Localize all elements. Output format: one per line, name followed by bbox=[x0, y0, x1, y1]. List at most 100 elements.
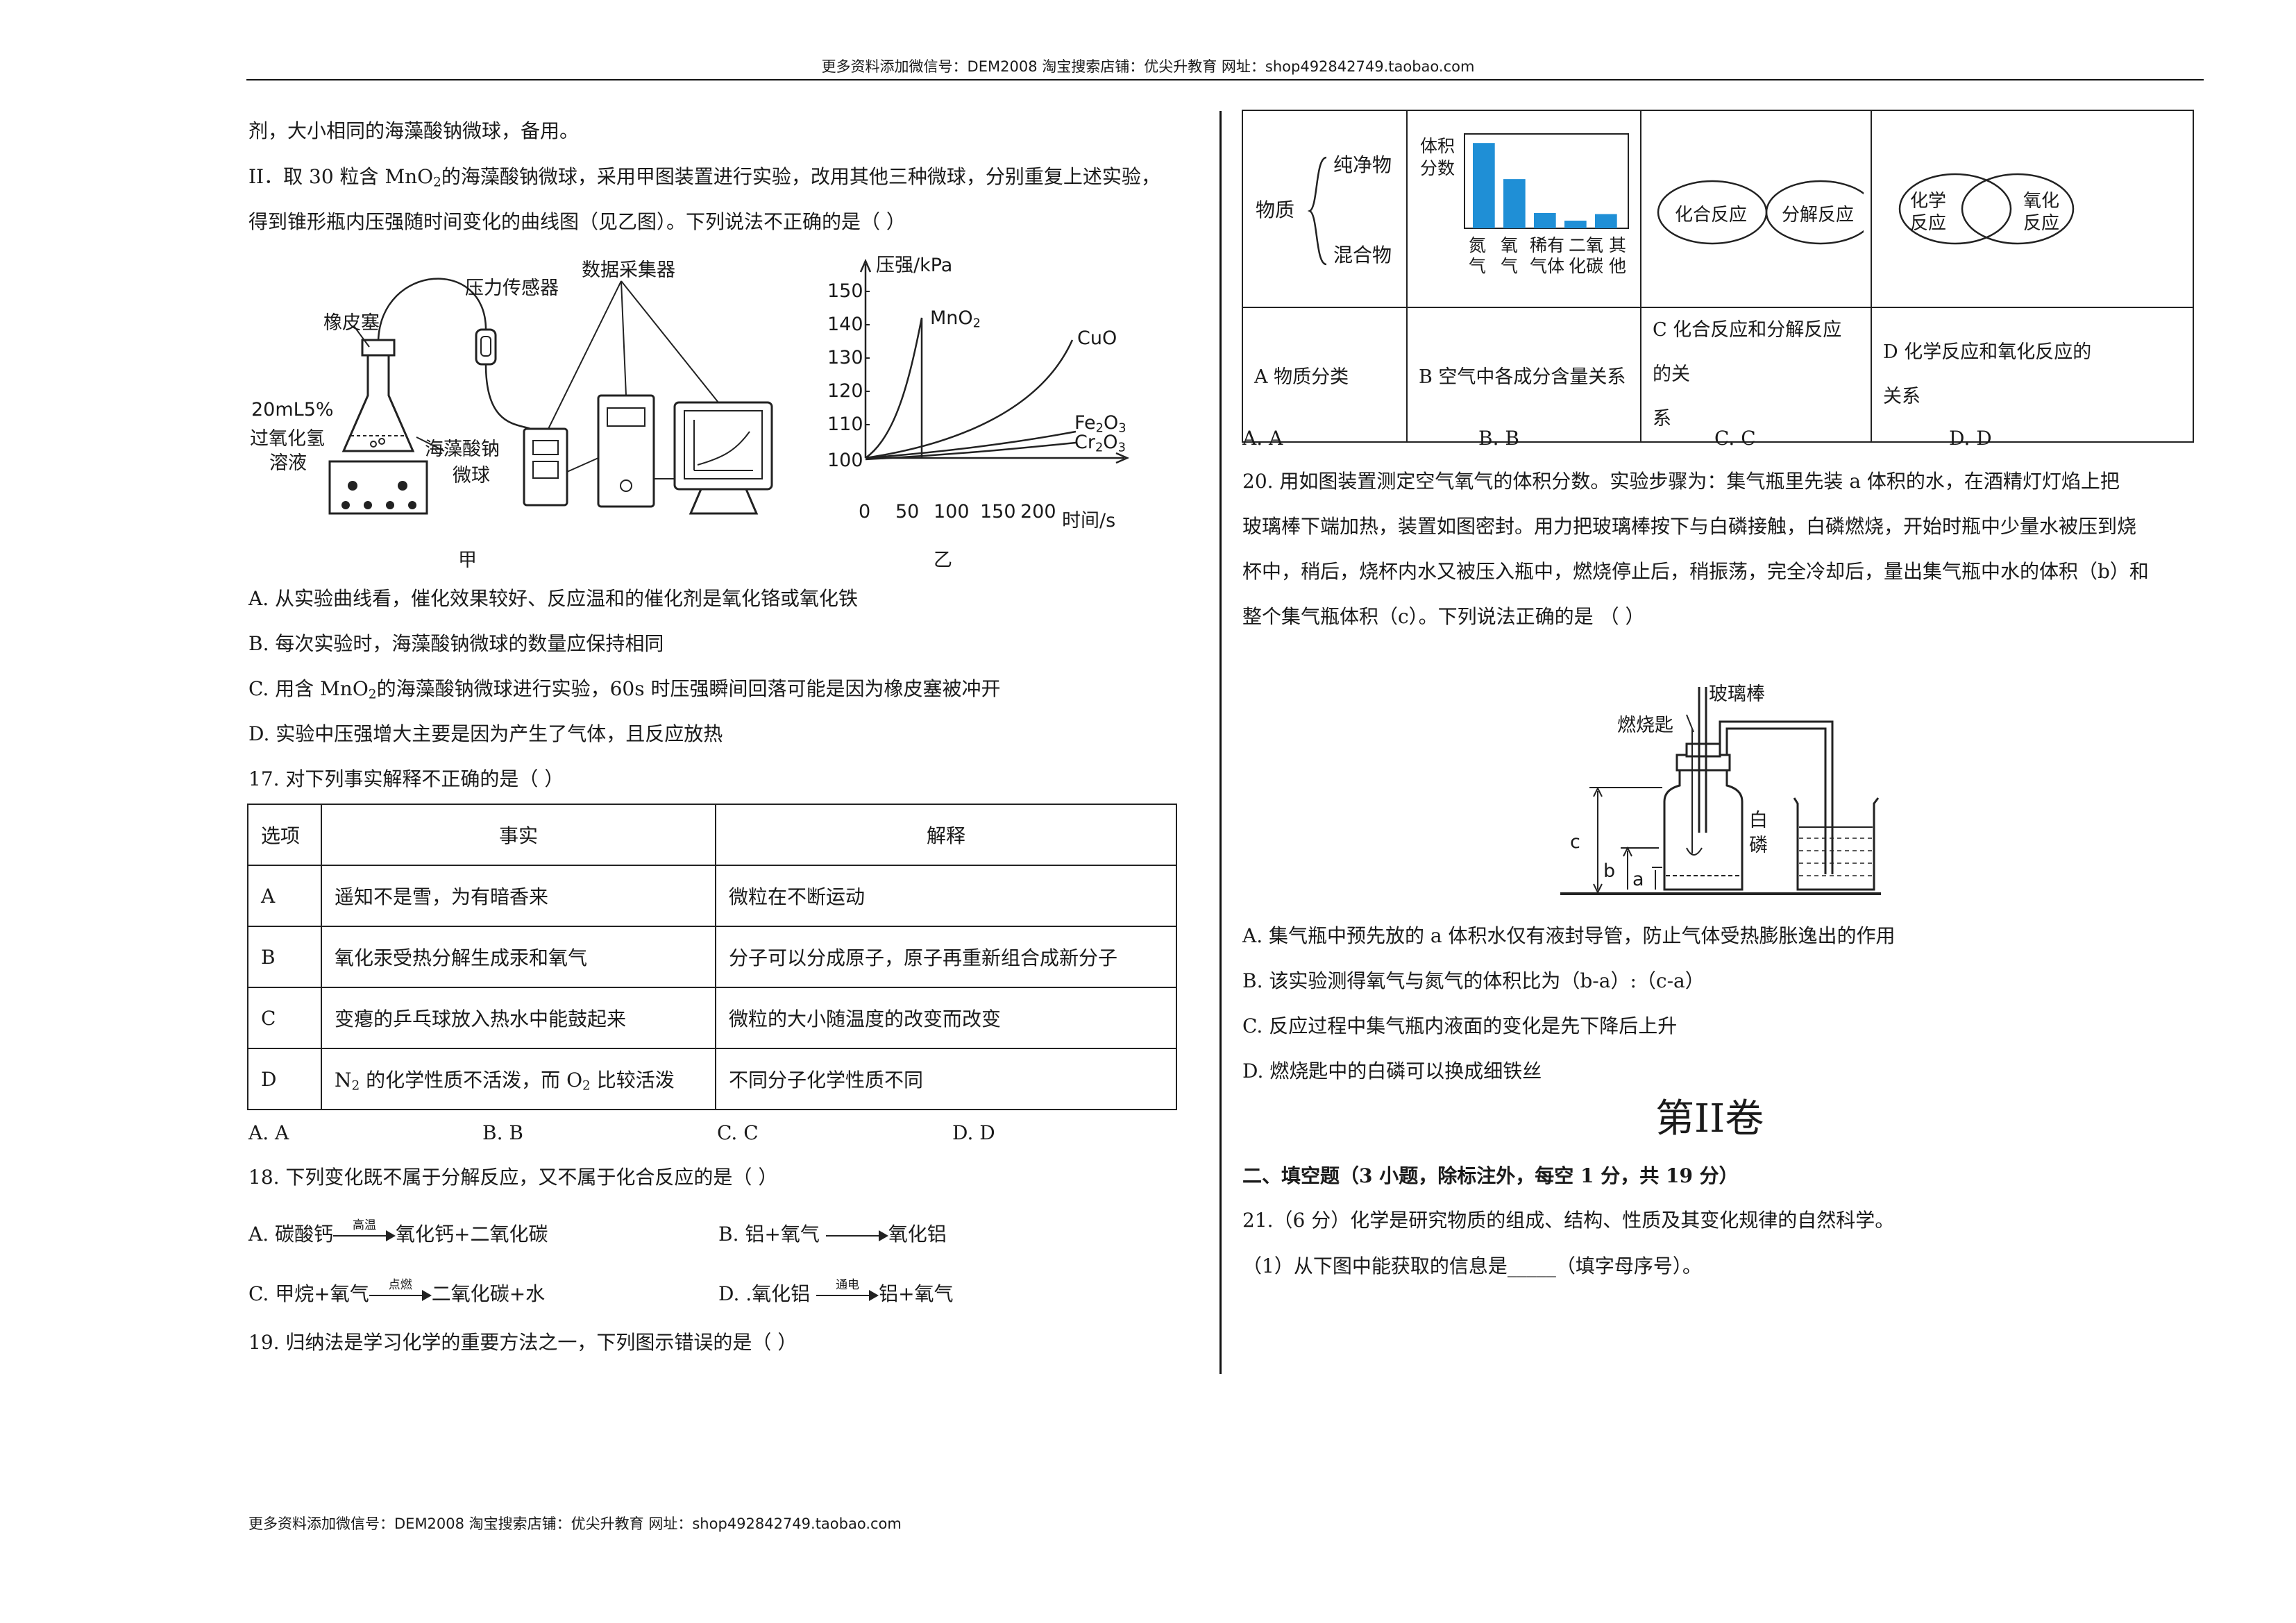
label-white-phosphorus-2: 磷 bbox=[1749, 835, 1768, 856]
t19-b-cat-o2: 氧气 bbox=[1501, 235, 1519, 276]
q18-option-d: D. .氧化铝 通电 铝+氧气 bbox=[718, 1277, 954, 1306]
t19-b-ylabel-1: 体积 bbox=[1420, 136, 1455, 156]
q18-stem: 18. 下列变化既不属于分解反应，又不属于化合反应的是（ ） bbox=[248, 1166, 778, 1189]
q20-stem-2: 玻璃棒下端加热，装置如图密封。用力把玻璃棒按下与白磷接触，白磷燃烧，开始时瓶中少… bbox=[1242, 515, 2137, 538]
t17-cell: 遥知不是雪，为有暗香来 bbox=[321, 865, 716, 927]
brace-icon bbox=[1307, 156, 1327, 266]
t19-b-cat-n2: 氮气 bbox=[1469, 235, 1487, 276]
q20-option-d: D. 燃烧匙中的白磷可以换成细铁丝 bbox=[1242, 1060, 1542, 1082]
label-pressure-sensor: 压力传感器 bbox=[465, 278, 559, 299]
t17-cell: D bbox=[247, 1048, 322, 1110]
q16-step-ii: II．取 30 粒含 MnO2的海藻酸钠微球，采用甲图装置进行实验，改用其他三种… bbox=[248, 165, 1160, 190]
t19-cell-c-figure: 化合反应 分解反应 bbox=[1640, 110, 1872, 308]
q16-step-ii-cont: 得到锥形瓶内压强随时间变化的曲线图（见乙图）。下列说法不正确的是（ ） bbox=[248, 210, 906, 233]
chart-xtick-150: 150 bbox=[980, 501, 1016, 522]
q17-opt-b: B. B bbox=[482, 1121, 523, 1144]
label-data-collector: 数据采集器 bbox=[582, 260, 675, 281]
t19-c-right: 分解反应 bbox=[1782, 205, 1855, 226]
q17-table: 选项 事实 解释 A 遥知不是雪，为有暗香来 微粒在不断运动 B 氧化汞受热分解… bbox=[247, 804, 1177, 1110]
chart-xlabel: 时间/s bbox=[1062, 510, 1116, 532]
label-combustion-spoon: 燃烧匙 bbox=[1617, 715, 1673, 736]
t19-caption-d: D 化学反应和氧化反应的 关系 bbox=[1871, 307, 2194, 443]
bar-1 bbox=[1503, 179, 1526, 228]
label-solution-2: 过氧化氢 bbox=[250, 428, 325, 450]
label-stopper: 橡皮塞 bbox=[323, 312, 380, 334]
label-white-phosphorus-1: 白 bbox=[1749, 810, 1768, 831]
t19-caption-b: B 空气中各成分含量关系 bbox=[1406, 307, 1641, 443]
t17-cell: 不同分子化学性质不同 bbox=[715, 1048, 1177, 1110]
q19-stem: 19. 归纳法是学习化学的重要方法之一，下列图示错误的是（ ） bbox=[248, 1331, 797, 1354]
label-solution-3: 溶液 bbox=[269, 452, 307, 474]
label-b: b bbox=[1603, 860, 1616, 882]
t19-b-cat-other: 其他 bbox=[1609, 235, 1627, 276]
q16-option-c: C. 用含 MnO2的海藻酸钠微球进行实验，60s 时压强瞬间回落可能是因为橡皮… bbox=[248, 677, 1001, 702]
label-glass-rod: 玻璃棒 bbox=[1709, 683, 1765, 705]
chart-ytick-110: 110 bbox=[827, 414, 863, 435]
t19-cell-b-figure: 体积 分数 氮气 氧气 稀有气体 二氧化碳 其他 bbox=[1406, 110, 1641, 308]
t19-d-left-2: 反应 bbox=[1910, 213, 1947, 234]
t17-cell: C bbox=[247, 987, 322, 1049]
caption-jia: 甲 bbox=[458, 550, 477, 571]
q19-table: 物质 纯净物 混合物 体积 分数 氮气 氧气 稀有气体 二氧化碳 其他 化合反应… bbox=[1242, 110, 2194, 443]
chart-ytick-150: 150 bbox=[827, 280, 863, 302]
q17-stem: 17. 对下列事实解释不正确的是（ ） bbox=[248, 767, 564, 790]
chart-xtick-100: 100 bbox=[934, 501, 970, 522]
q17-opt-c: C. C bbox=[717, 1121, 759, 1144]
t17-header-fact: 事实 bbox=[321, 804, 716, 866]
q20-stem-4: 整个集气瓶体积（c）。下列说法正确的是 （ ） bbox=[1242, 605, 1645, 628]
t17-cell: B bbox=[247, 926, 322, 988]
chart-ytick-120: 120 bbox=[827, 380, 863, 402]
q18-option-b: B. 铝+氧气 氧化铝 bbox=[718, 1223, 947, 1246]
label-beads-2: 微球 bbox=[453, 465, 490, 486]
q16-option-d: D. 实验中压强增大主要是因为产生了气体，且反应放热 bbox=[248, 722, 723, 745]
q19-opt-c: C. C bbox=[1714, 427, 1756, 450]
t19-d-right-2: 反应 bbox=[2023, 213, 2060, 234]
q16-option-b: B. 每次实验时，海藻酸钠微球的数量应保持相同 bbox=[248, 632, 664, 655]
q20-option-c: C. 反应过程中集气瓶内液面的变化是先下降后上升 bbox=[1242, 1014, 1678, 1037]
label-c: c bbox=[1570, 831, 1580, 853]
column-divider bbox=[1219, 111, 1222, 1374]
q18-option-a: A. 碳酸钙 高温 氧化钙+二氧化碳 bbox=[248, 1218, 548, 1246]
q18-option-c: C. 甲烷+氧气 点燃 二氧化碳+水 bbox=[248, 1277, 546, 1306]
t19-b-cat-rare: 稀有气体 bbox=[1530, 235, 1565, 276]
t17-cell: 氧化汞受热分解生成汞和氧气 bbox=[321, 926, 716, 988]
t19-c-left: 化合反应 bbox=[1675, 205, 1748, 226]
series-label-mno2: MnO2 bbox=[930, 307, 981, 331]
q21-sub-1: （1）从下图中能获取的信息是_____（填字母序号）。 bbox=[1242, 1255, 1702, 1277]
q20-stem-3: 杯中，稍后，烧杯内水又被压入瓶中，燃烧停止后，稍振荡，完全冷却后，量出集气瓶中水… bbox=[1242, 560, 2149, 583]
q21-stem: 21.（6 分）化学是研究物质的组成、结构、性质及其变化规律的自然科学。 bbox=[1242, 1209, 1895, 1232]
t19-b-ylabel-2: 分数 bbox=[1420, 158, 1455, 178]
t17-cell: 分子可以分成原子，原子再重新组合成新分子 bbox=[715, 926, 1177, 988]
series-label-cuo: CuO bbox=[1077, 328, 1117, 349]
page-header: 更多资料添加微信号：DEM2008 淘宝搜索店铺：优尖升教育 网址：shop49… bbox=[821, 58, 1475, 75]
t19-a-mix: 混合物 bbox=[1333, 244, 1392, 266]
t17-cell: N2 的化学性质不活泼，而 O2 比较活泼 bbox=[321, 1048, 716, 1110]
t19-a-label: 物质 bbox=[1256, 198, 1295, 221]
chart-ytick-130: 130 bbox=[827, 347, 863, 368]
figure-yi-pressure-chart bbox=[859, 258, 1130, 464]
q19-opt-b: B. B bbox=[1478, 427, 1519, 450]
chart-xtick-50: 50 bbox=[895, 501, 920, 522]
air-composition-bar-chart bbox=[1464, 133, 1629, 229]
t19-caption-c: C 化合反应和分解反应的关系 bbox=[1640, 307, 1872, 443]
t17-header-explain: 解释 bbox=[715, 804, 1177, 866]
t19-b-cat-co2: 二氧化碳 bbox=[1569, 235, 1604, 276]
t19-a-pure: 纯净物 bbox=[1333, 153, 1392, 176]
t17-cell: 变瘪的乒乓球放入热水中能鼓起来 bbox=[321, 987, 716, 1049]
chart-ytick-100: 100 bbox=[827, 450, 863, 471]
bar-2 bbox=[1534, 212, 1556, 228]
chart-ylabel: 压强/kPa bbox=[876, 255, 953, 276]
q20-stem-1: 20. 用如图装置测定空气氧气的体积分数。实验步骤为：集气瓶里先装 a 体积的水… bbox=[1242, 470, 2120, 493]
chart-xtick-200: 200 bbox=[1020, 501, 1056, 522]
chart-ytick-140: 140 bbox=[827, 314, 863, 335]
section-2-title: 二、填空题（3 小题，除标注外，每空 1 分，共 19 分） bbox=[1242, 1164, 1739, 1187]
q20-option-a: A. 集气瓶中预先放的 a 体积水仅有液封导管，防止气体受热膨胀逸出的作用 bbox=[1242, 924, 1896, 947]
q16-option-a: A. 从实验曲线看，催化效果较好、反应温和的催化剂是氧化铬或氧化铁 bbox=[248, 587, 859, 610]
continuation-line: 剂，大小相同的海藻酸钠微球，备用。 bbox=[248, 119, 580, 142]
t19-cell-d-figure: 化学 反应 氧化 反应 bbox=[1871, 110, 2194, 308]
t17-header-option: 选项 bbox=[247, 804, 322, 866]
t19-caption-a: A 物质分类 bbox=[1242, 307, 1408, 443]
bar-4 bbox=[1595, 214, 1617, 228]
t19-cell-a-figure: 物质 纯净物 混合物 bbox=[1242, 110, 1408, 308]
label-beads-1: 海藻酸钠 bbox=[425, 439, 500, 460]
